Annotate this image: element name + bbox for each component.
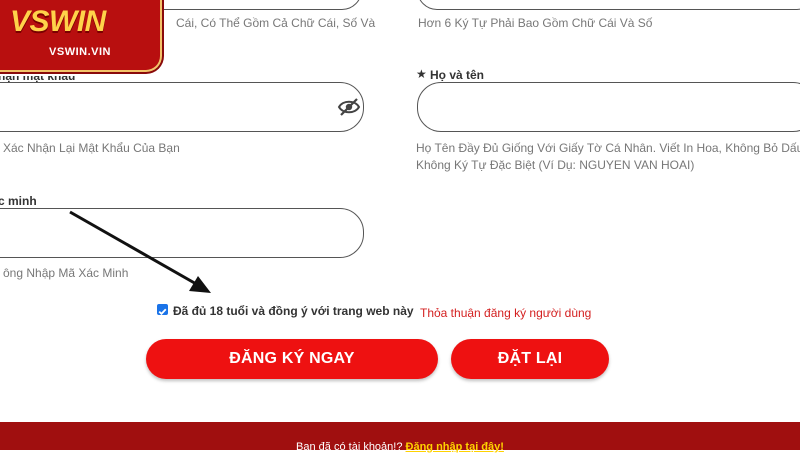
footer-question: Bạn đã có tài khoản!?	[296, 441, 403, 453]
agree-label: Đã đủ 18 tuổi và đồng ý với trang web nà…	[173, 304, 414, 318]
reset-button[interactable]: ĐẶT LẠI	[451, 339, 609, 379]
arrow-annotation	[69, 210, 211, 293]
terms-link[interactable]: Thỏa thuận đăng ký người dùng	[420, 306, 591, 320]
register-button[interactable]: ĐĂNG KÝ NGAY	[146, 339, 438, 379]
footer-bar: Bạn đã có tài khoản!? Đăng nhập tại đây!	[0, 422, 800, 453]
agree-checkbox[interactable]	[157, 304, 168, 316]
footer-text: Bạn đã có tài khoản!? Đăng nhập tại đây!	[0, 441, 800, 453]
login-link[interactable]: Đăng nhập tại đây!	[406, 441, 504, 453]
